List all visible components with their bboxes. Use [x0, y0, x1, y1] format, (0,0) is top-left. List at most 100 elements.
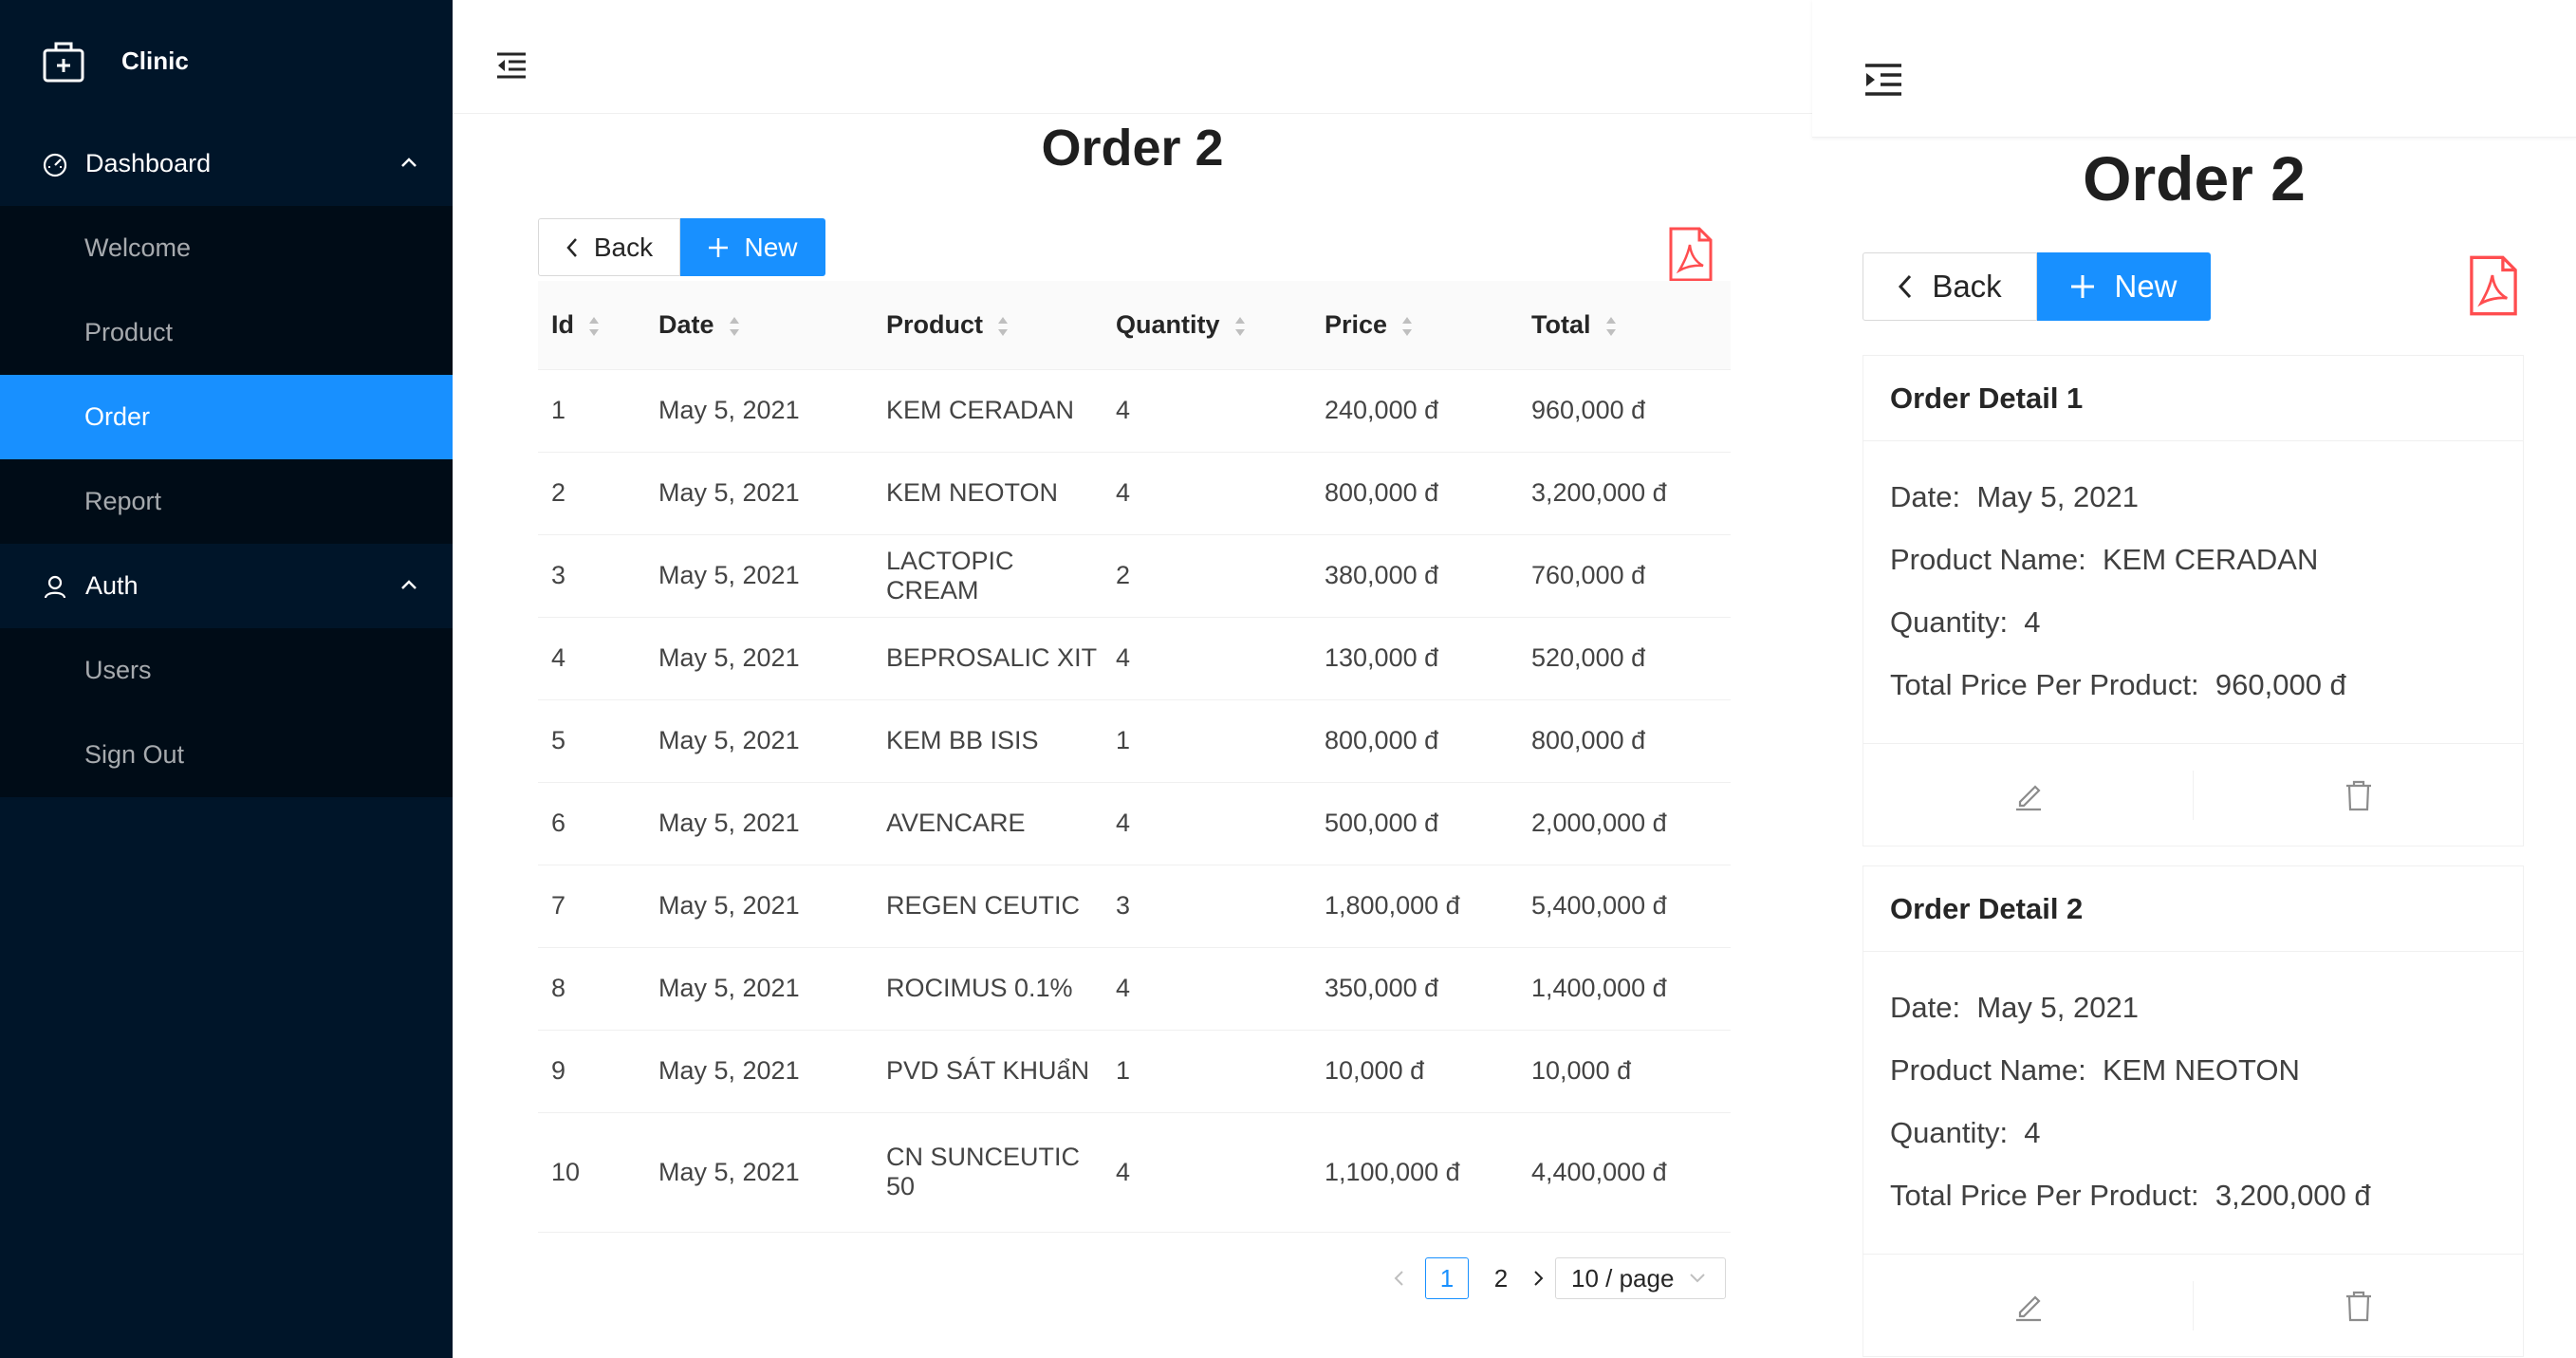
table-cell-id: 3 — [538, 534, 645, 618]
pagination-next-button[interactable] — [1525, 1257, 1553, 1299]
back-button[interactable]: Back — [538, 218, 680, 276]
sort-icon[interactable] — [996, 315, 1010, 338]
sort-icon[interactable] — [728, 315, 741, 338]
menu-unfold-icon[interactable] — [1863, 63, 1903, 97]
delete-button[interactable] — [2194, 1255, 2523, 1356]
menu-group-dashboard[interactable]: Dashboard — [0, 121, 453, 206]
plus-icon — [709, 237, 729, 257]
chevron-left-icon — [1899, 274, 1912, 299]
table-cell-product: KEM CERADAN — [873, 369, 1103, 453]
column-header-date[interactable]: Date — [645, 281, 873, 370]
logo[interactable]: Clinic — [0, 0, 453, 121]
table-row[interactable]: 9 May 5, 2021 PVD SÁT KHUẩN 1 10,000 đ 10,000… — [538, 1030, 1731, 1113]
mobile-new-button[interactable]: New — [2037, 252, 2211, 321]
sidebar-item-report[interactable]: Report — [0, 459, 453, 544]
sidebar-item-label: Welcome — [84, 233, 192, 262]
sidebar-item-order[interactable]: Order — [0, 375, 453, 459]
table-cell-quantity: 3 — [1103, 865, 1311, 948]
chevron-up-icon — [401, 158, 417, 167]
card-title: Order Detail 2 — [1863, 866, 2523, 952]
card-actions — [1863, 1254, 2523, 1356]
sort-icon[interactable] — [1604, 315, 1618, 338]
orders-table: Id Date Product Quantity Price Total 1 Ma… — [538, 281, 1731, 1233]
sidebar-item-welcome[interactable]: Welcome — [0, 206, 453, 290]
detail-row-quantity: Quantity: 4 — [1890, 1116, 2041, 1149]
sidebar-item-product[interactable]: Product — [0, 290, 453, 375]
table-cell-date: May 5, 2021 — [645, 1112, 873, 1233]
sidebar-item-users[interactable]: Users — [0, 628, 453, 713]
delete-icon — [2345, 780, 2371, 810]
table-cell-price: 130,000 đ — [1311, 617, 1518, 700]
mobile-back-button[interactable]: Back — [1863, 252, 2037, 321]
table-row[interactable]: 6 May 5, 2021 AVENCARE 4 500,000 đ 2,000,000 … — [538, 782, 1731, 865]
table-row[interactable]: 10 May 5, 2021 CN SUNCEUTIC 50 4 1,100,000 đ… — [538, 1112, 1731, 1233]
table-cell-total: 10,000 đ — [1518, 1030, 1731, 1113]
table-row[interactable]: 3 May 5, 2021 LACTOPIC CREAM 2 380,000 đ 760,… — [538, 534, 1731, 618]
mobile-header — [1812, 0, 2576, 138]
chevron-left-icon — [1394, 1271, 1403, 1286]
mobile-preview: Order 2 Back New Order Detail 1 Date: Ma… — [1812, 0, 2576, 1358]
table-cell-product: KEM BB ISIS — [873, 699, 1103, 783]
order-detail-card: Order Detail 2 Date: May 5, 2021 Product… — [1863, 865, 2524, 1357]
pagination-page-2[interactable]: 2 — [1482, 1257, 1520, 1299]
new-button[interactable]: New — [680, 218, 825, 276]
dashboard-icon — [43, 153, 67, 177]
table-cell-date: May 5, 2021 — [645, 369, 873, 453]
table-row[interactable]: 1 May 5, 2021 KEM CERADAN 4 240,000 đ 960,000… — [538, 369, 1731, 453]
pagination-page-1[interactable]: 1 — [1425, 1257, 1469, 1299]
table-row[interactable]: 5 May 5, 2021 KEM BB ISIS 1 800,000 đ 800,000… — [538, 699, 1731, 783]
table-row[interactable]: 8 May 5, 2021 ROCIMUS 0.1% 4 350,000 đ 1,400,… — [538, 947, 1731, 1031]
detail-row-date: Date: May 5, 2021 — [1890, 480, 2139, 513]
table-cell-price: 500,000 đ — [1311, 782, 1518, 865]
table-cell-price: 240,000 đ — [1311, 369, 1518, 453]
table-cell-date: May 5, 2021 — [645, 947, 873, 1031]
table-cell-total: 1,400,000 đ — [1518, 947, 1731, 1031]
sidebar-item-sign-out[interactable]: Sign Out — [0, 713, 453, 797]
table-cell-quantity: 2 — [1103, 534, 1311, 618]
edit-button[interactable] — [1863, 1255, 2193, 1356]
pagination-prev-button[interactable] — [1392, 1257, 1420, 1299]
table-cell-product: CN SUNCEUTIC 50 — [873, 1112, 1103, 1233]
new-label: New — [744, 232, 798, 262]
file-pdf-icon[interactable] — [2467, 254, 2520, 317]
delete-button[interactable] — [2194, 744, 2523, 846]
detail-row-total-price: Total Price Per Product: 960,000 đ — [1890, 668, 2346, 701]
table-cell-total: 4,400,000 đ — [1518, 1112, 1731, 1233]
plus-icon — [2071, 275, 2095, 298]
card-actions — [1863, 743, 2523, 846]
table-cell-total: 760,000 đ — [1518, 534, 1731, 618]
column-header-total[interactable]: Total — [1518, 281, 1731, 370]
detail-row-date: Date: May 5, 2021 — [1890, 991, 2139, 1024]
chevron-down-icon — [1690, 1274, 1706, 1283]
order-detail-card: Order Detail 1 Date: May 5, 2021 Product… — [1863, 355, 2524, 846]
sort-icon[interactable] — [1400, 315, 1414, 338]
table-row[interactable]: 4 May 5, 2021 BEPROSALIC XIT 4 130,000 đ 520,… — [538, 617, 1731, 700]
page-title: Order 2 — [1041, 120, 1224, 177]
sort-icon[interactable] — [587, 315, 601, 338]
table-row[interactable]: 2 May 5, 2021 KEM NEOTON 4 800,000 đ 3,200,00… — [538, 452, 1731, 535]
table-cell-product: PVD SÁT KHUẩN — [873, 1030, 1103, 1113]
menu-group-auth[interactable]: Auth — [0, 544, 453, 628]
sidebar-item-label: Order — [84, 402, 151, 431]
table-cell-quantity: 4 — [1103, 1112, 1311, 1233]
column-header-id[interactable]: Id — [538, 281, 645, 370]
detail-row-quantity: Quantity: 4 — [1890, 605, 2041, 639]
table-cell-price: 800,000 đ — [1311, 699, 1518, 783]
delete-icon — [2345, 1291, 2371, 1321]
file-pdf-icon[interactable] — [1667, 226, 1714, 283]
sidebar-item-label: Report — [84, 487, 162, 515]
column-header-quantity[interactable]: Quantity — [1103, 281, 1311, 370]
menu-fold-icon[interactable] — [495, 51, 528, 80]
column-header-price[interactable]: Price — [1311, 281, 1518, 370]
edit-icon — [2015, 1294, 2041, 1321]
edit-button[interactable] — [1863, 744, 2193, 846]
sort-icon[interactable] — [1233, 315, 1247, 338]
menu-group-label: Dashboard — [85, 149, 212, 177]
mobile-back-label: Back — [1932, 269, 2002, 304]
mobile-page-title: Order 2 — [2083, 143, 2306, 214]
table-cell-id: 2 — [538, 452, 645, 535]
column-header-product[interactable]: Product — [873, 281, 1103, 370]
page-size-select[interactable]: 10 / page — [1555, 1257, 1726, 1299]
detail-row-total-price: Total Price Per Product: 3,200,000 đ — [1890, 1179, 2371, 1212]
table-row[interactable]: 7 May 5, 2021 REGEN CEUTIC 3 1,800,000 đ 5,40… — [538, 865, 1731, 948]
